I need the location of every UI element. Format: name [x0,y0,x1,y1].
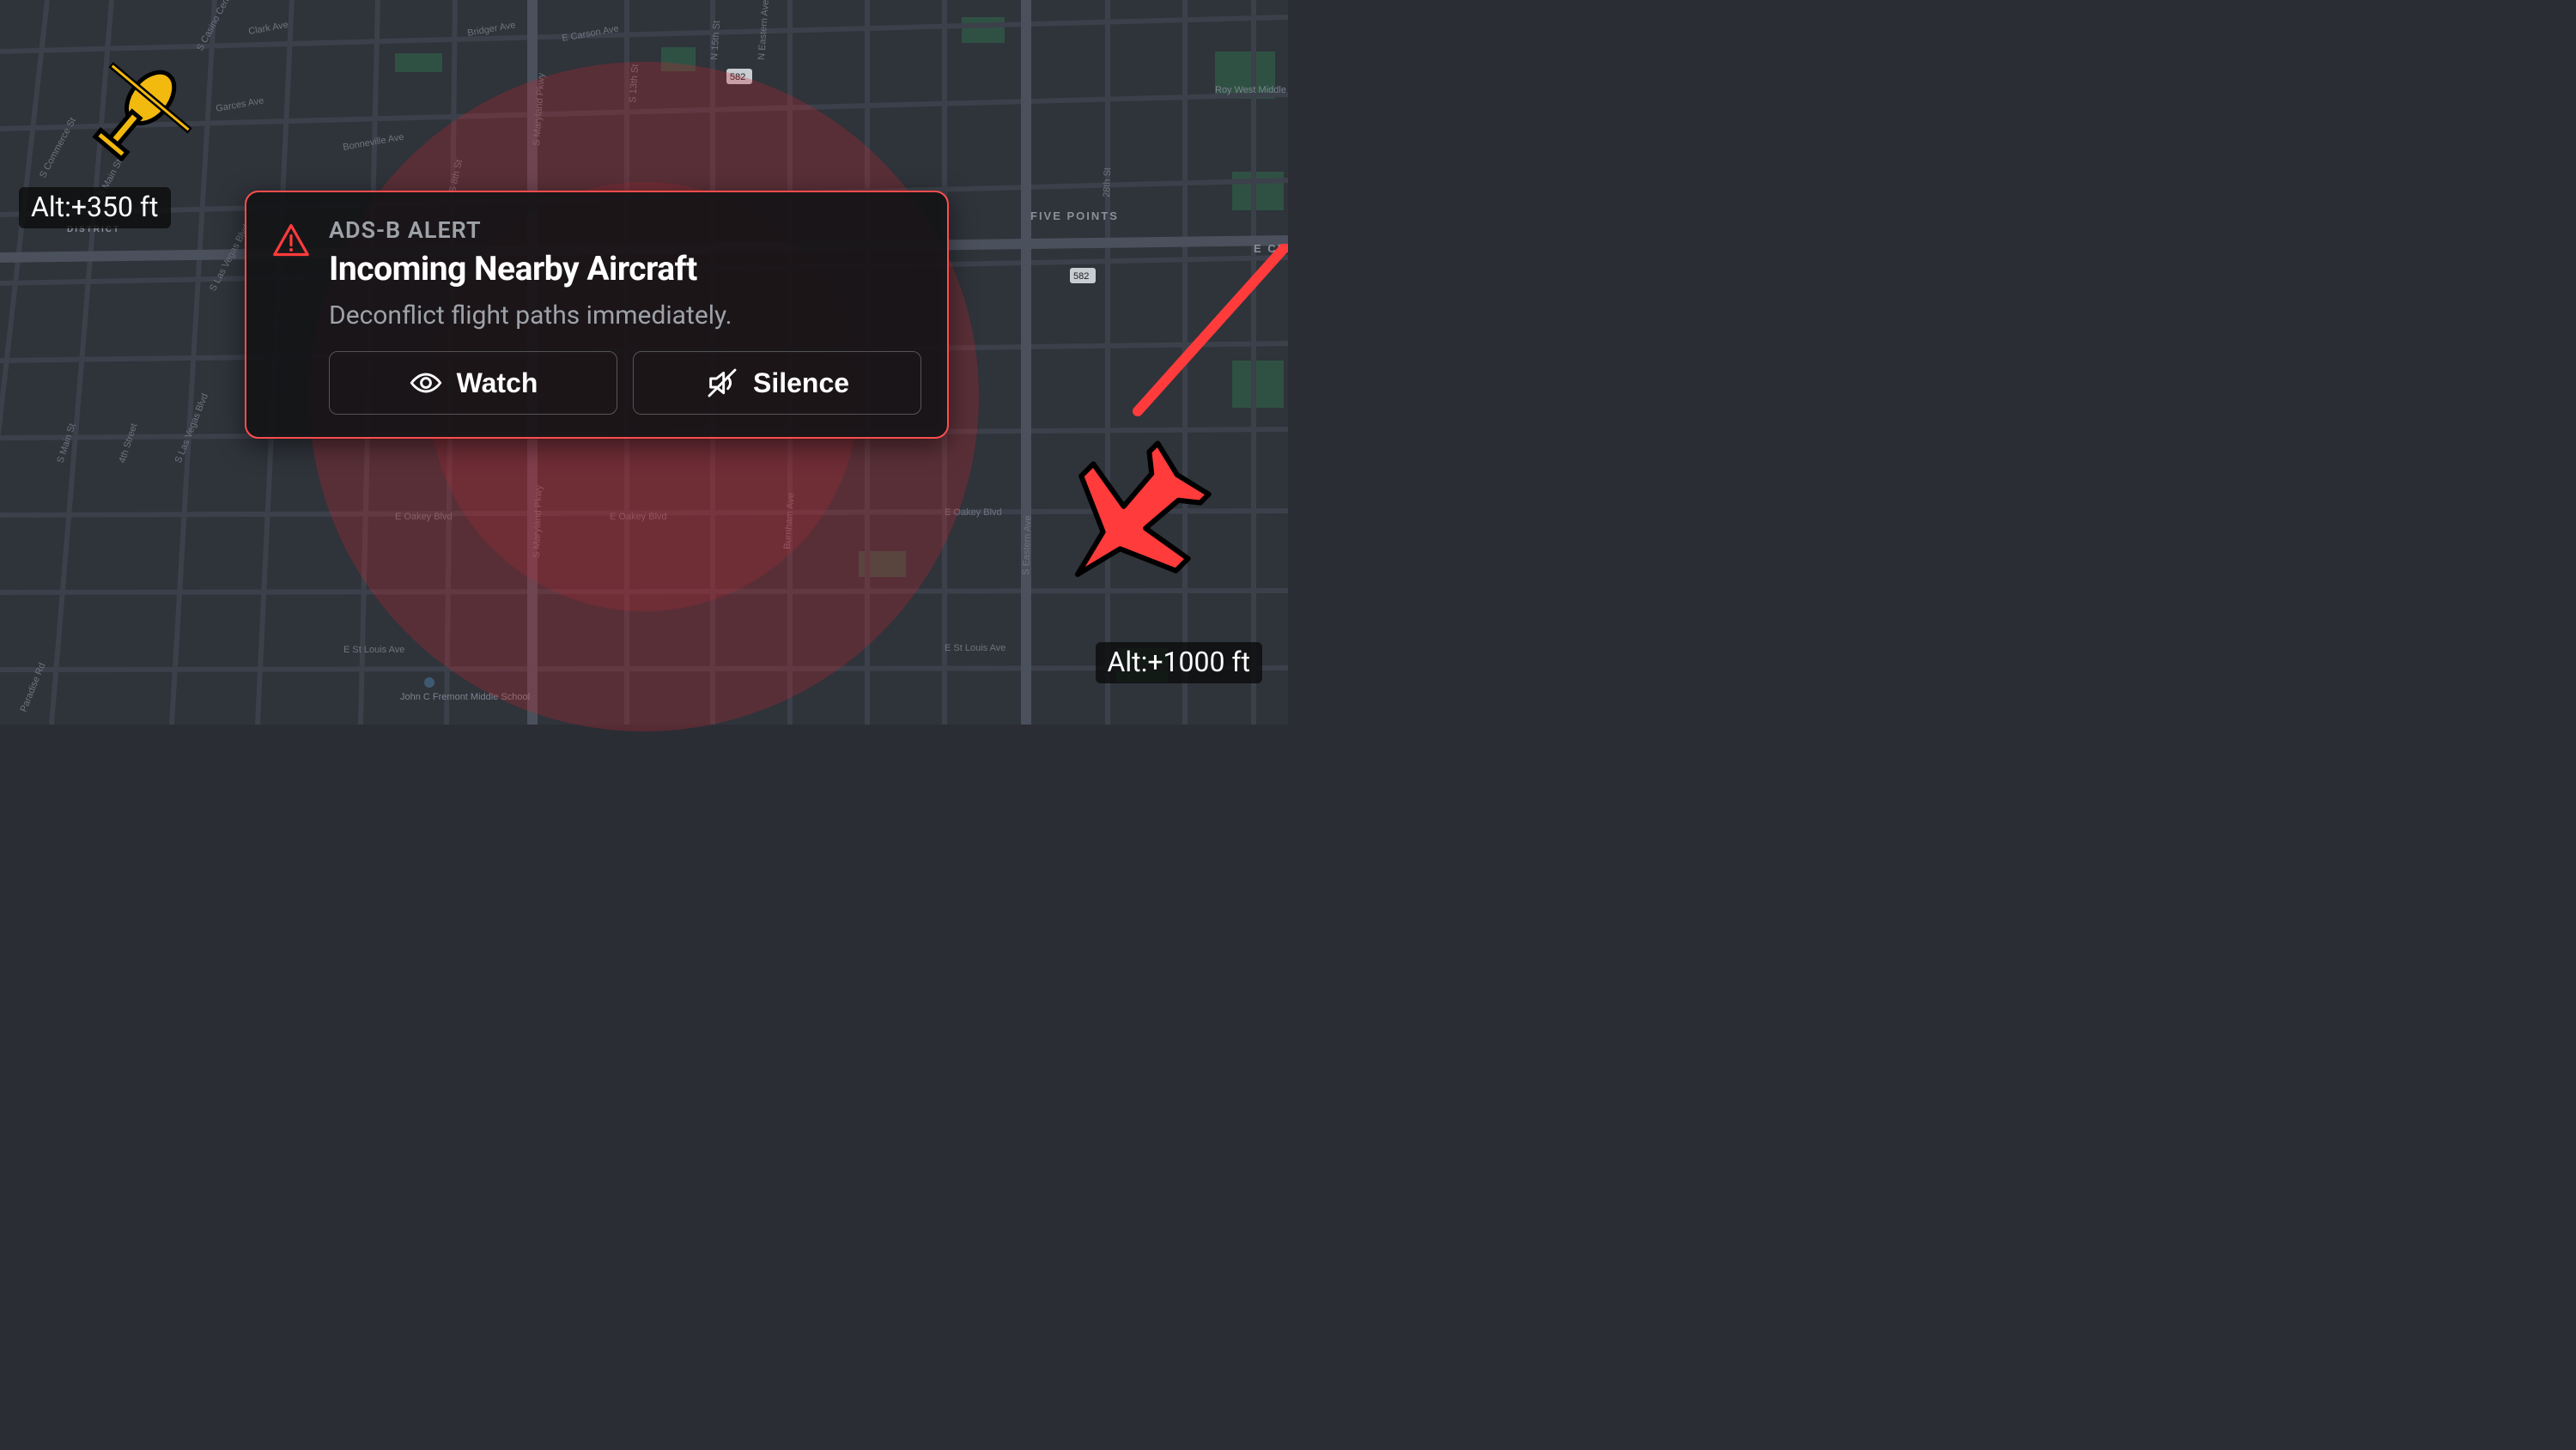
silence-button-label: Silence [753,367,849,399]
mute-icon [705,366,739,400]
map-street-label: 28th St [1102,167,1113,197]
warning-triangle-icon [272,221,310,259]
map-street-label: E St Louis Ave [945,643,1005,653]
alert-title: Incoming Nearby Aircraft [329,249,921,288]
helicopter-icon[interactable] [77,34,215,172]
map-street-label: S Eastern Ave [1021,515,1033,575]
adsb-alert-panel: ADS-B ALERT Incoming Nearby Aircraft Dec… [245,191,949,439]
silence-button[interactable]: Silence [633,351,921,415]
map-district-label: FIVE POINTS [1030,209,1119,222]
eye-icon [409,366,443,400]
helicopter-altitude-chip: Alt:+350 ft [19,187,171,228]
watch-button[interactable]: Watch [329,351,617,415]
alert-body: Deconflict flight paths immediately. [329,300,921,331]
airplane-icon[interactable] [1039,424,1228,613]
watch-button-label: Watch [457,367,538,399]
alert-category: ADS-B ALERT [329,216,921,244]
map-poi-label: Roy West Middle School [1215,85,1288,95]
airplane-altitude-chip: Alt:+1000 ft [1096,642,1263,683]
map-street-label: E St Louis Ave [343,645,404,655]
